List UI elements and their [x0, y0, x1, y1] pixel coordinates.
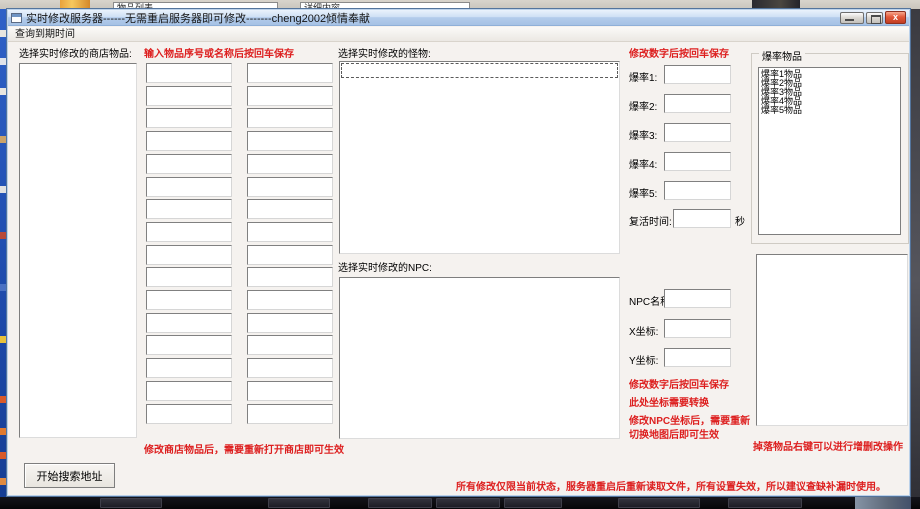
- monster-list-selection: [341, 63, 618, 78]
- shop-item-input[interactable]: [146, 108, 232, 128]
- revive-time-unit: 秒: [735, 213, 745, 228]
- shop-item-input[interactable]: [247, 222, 333, 242]
- drop-edit-hint: 掉落物品右键可以进行增删改操作: [753, 438, 903, 453]
- shop-item-input[interactable]: [247, 177, 333, 197]
- shop-item-input[interactable]: [247, 131, 333, 151]
- npc-list-label: 选择实时修改的NPC:: [338, 259, 432, 274]
- revive-time-input[interactable]: [673, 209, 731, 228]
- shop-item-input[interactable]: [247, 245, 333, 265]
- shop-item-input[interactable]: [146, 86, 232, 106]
- taskbar-button[interactable]: [436, 498, 500, 508]
- drop-items-group-title: 爆率物品: [759, 48, 805, 63]
- drop-rate-label: 爆率2:: [629, 98, 657, 113]
- npc-name-input[interactable]: [664, 289, 731, 308]
- npc-y-input[interactable]: [664, 348, 731, 367]
- shop-item-input[interactable]: [247, 358, 333, 378]
- shop-item-input[interactable]: [247, 313, 333, 333]
- taskbar-button[interactable]: [504, 498, 562, 508]
- drop-rate-input-3[interactable]: [664, 123, 731, 142]
- shop-item-input[interactable]: [146, 131, 232, 151]
- npc-listbox[interactable]: [339, 277, 620, 439]
- drop-rate-input-5[interactable]: [664, 181, 731, 200]
- taskbar-button[interactable]: [618, 498, 700, 508]
- shop-item-input[interactable]: [146, 358, 232, 378]
- taskbar-photo-fragment: [855, 497, 911, 509]
- npc-x-input[interactable]: [664, 319, 731, 338]
- shop-item-input[interactable]: [247, 63, 333, 83]
- drop-rate-input-1[interactable]: [664, 65, 731, 84]
- shop-item-input[interactable]: [146, 154, 232, 174]
- npc-hint-line: 修改NPC坐标后，需要重新: [629, 412, 750, 427]
- npc-field-label: Y坐标:: [629, 352, 658, 367]
- shop-item-input[interactable]: [146, 335, 232, 355]
- drop-items-listbox[interactable]: 爆率1物品爆率2物品爆率3物品爆率4物品爆率5物品: [758, 67, 901, 235]
- revive-time-label: 复活时间:: [629, 213, 672, 228]
- shop-item-input[interactable]: [247, 199, 333, 219]
- npc-hint-line: 此处坐标需要转换: [629, 394, 709, 409]
- shop-input-hint: 输入物品序号或名称后按回车保存: [144, 45, 294, 60]
- shop-item-input[interactable]: [247, 267, 333, 287]
- shop-item-input[interactable]: [247, 290, 333, 310]
- rate-save-hint: 修改数字后按回车保存: [629, 45, 729, 60]
- shop-item-input[interactable]: [247, 335, 333, 355]
- shop-items-listbox[interactable]: [19, 63, 137, 438]
- main-window: 实时修改服务器------无需重启服务器即可修改-------cheng2002…: [6, 8, 911, 497]
- drop-rate-input-2[interactable]: [664, 94, 731, 113]
- drop-rate-input-4[interactable]: [664, 152, 731, 171]
- title-bar: 实时修改服务器------无需重启服务器即可修改-------cheng2002…: [8, 10, 909, 26]
- shop-list-label: 选择实时修改的商店物品:: [19, 45, 132, 60]
- menu-query-expiry[interactable]: 查询到期时间: [8, 27, 82, 42]
- search-address-button[interactable]: 开始搜索地址: [24, 463, 115, 488]
- shop-item-input[interactable]: [146, 381, 232, 401]
- desktop-right-strip: [911, 0, 920, 509]
- shop-item-input[interactable]: [247, 86, 333, 106]
- close-button[interactable]: x: [885, 11, 906, 24]
- drop-rate-label: 爆率1:: [629, 69, 657, 84]
- monster-list-label: 选择实时修改的怪物:: [338, 45, 431, 60]
- npc-hint-line: 切换地图后即可生效: [629, 426, 719, 441]
- window-title: 实时修改服务器------无需重启服务器即可修改-------cheng2002…: [26, 10, 370, 26]
- footer-warning: 所有修改仅限当前状态，服务器重启后重新读取文件，所有设置失效，所以建议查缺补漏时…: [456, 478, 886, 493]
- shop-item-input[interactable]: [146, 177, 232, 197]
- shop-item-input[interactable]: [247, 381, 333, 401]
- drop-rate-label: 爆率3:: [629, 127, 657, 142]
- shop-after-hint: 修改商店物品后，需要重新打开商店即可生效: [144, 441, 344, 456]
- taskbar-button[interactable]: [100, 498, 162, 508]
- shop-item-input[interactable]: [146, 313, 232, 333]
- drop-rate-label: 爆率4:: [629, 156, 657, 171]
- shop-item-input[interactable]: [146, 404, 232, 424]
- drop-item[interactable]: 爆率5物品: [761, 106, 900, 115]
- monster-listbox[interactable]: [339, 61, 620, 254]
- shop-item-input[interactable]: [247, 108, 333, 128]
- drop-rate-label: 爆率5:: [629, 185, 657, 200]
- maximize-button[interactable]: [866, 12, 883, 24]
- taskbar-button[interactable]: [268, 498, 330, 508]
- shop-item-input[interactable]: [146, 245, 232, 265]
- npc-hint-line: 修改数字后按回车保存: [629, 376, 729, 391]
- window-icon: [11, 13, 22, 23]
- shop-item-input[interactable]: [146, 63, 232, 83]
- taskbar-button[interactable]: [728, 498, 802, 508]
- npc-field-label: X坐标:: [629, 323, 658, 338]
- shop-item-input[interactable]: [146, 267, 232, 287]
- taskbar-button[interactable]: [368, 498, 432, 508]
- shop-item-input[interactable]: [247, 154, 333, 174]
- minimize-button[interactable]: [840, 12, 864, 24]
- drop-detail-listbox[interactable]: [756, 254, 908, 426]
- menu-bar: 查询到期时间: [8, 27, 909, 42]
- shop-item-input[interactable]: [247, 404, 333, 424]
- taskbar: [0, 497, 920, 509]
- shop-item-input[interactable]: [146, 199, 232, 219]
- drop-items-groupbox: 爆率物品 爆率1物品爆率2物品爆率3物品爆率4物品爆率5物品: [751, 53, 909, 244]
- shop-item-input[interactable]: [146, 222, 232, 242]
- shop-item-input[interactable]: [146, 290, 232, 310]
